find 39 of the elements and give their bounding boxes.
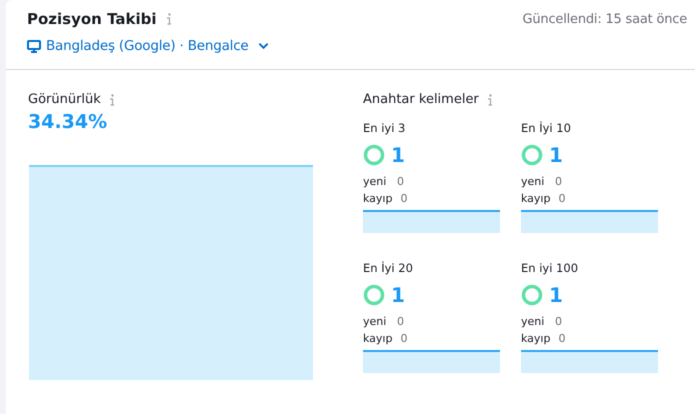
- lost-label: kayıp: [363, 332, 392, 345]
- keyword-count: 1: [391, 283, 405, 307]
- new-value: 0: [555, 315, 562, 328]
- lost-label: kayıp: [521, 192, 550, 205]
- lost-value: 0: [400, 332, 408, 345]
- ring-icon: [363, 144, 385, 166]
- new-value: 0: [555, 175, 562, 188]
- location-dropdown[interactable]: Bangladeş (Google) · Bengalce: [27, 38, 269, 54]
- lost-value: 0: [558, 192, 566, 205]
- new-value: 0: [397, 175, 404, 188]
- info-icon[interactable]: [108, 94, 115, 106]
- info-icon[interactable]: [166, 13, 172, 25]
- ring-icon: [521, 284, 543, 306]
- keywords-label: Anahtar kelimeler: [363, 92, 479, 107]
- ring-icon: [363, 284, 385, 306]
- new-label: yeni: [363, 315, 388, 328]
- ring-icon: [521, 144, 543, 166]
- lost-value: 0: [400, 192, 408, 205]
- keyword-count: 1: [391, 143, 405, 167]
- new-label: yeni: [521, 175, 546, 188]
- group-label: En İyi 10: [521, 121, 572, 135]
- new-label: yeni: [363, 175, 388, 188]
- monitor-icon: [27, 40, 41, 52]
- keyword-count: 1: [549, 283, 563, 307]
- keyword-count: 1: [549, 143, 563, 167]
- widget-title: Pozisyon Takibi: [27, 10, 156, 28]
- new-value: 0: [397, 315, 404, 328]
- lost-value: 0: [558, 332, 566, 345]
- visibility-label: Görünürlük: [28, 92, 101, 107]
- visibility-value: 34.34%: [28, 111, 108, 133]
- updated-time: Güncellendi: 15 saat önce: [522, 12, 687, 26]
- lost-label: kayıp: [521, 332, 550, 345]
- new-label: yeni: [521, 315, 546, 328]
- info-icon[interactable]: [486, 94, 493, 106]
- lost-label: kayıp: [363, 192, 392, 205]
- chevron-down-icon: [258, 42, 269, 50]
- group-label: En iyi 100: [521, 261, 580, 275]
- group-label: En iyi 3: [363, 121, 406, 135]
- group-label: En İyi 20: [363, 261, 414, 275]
